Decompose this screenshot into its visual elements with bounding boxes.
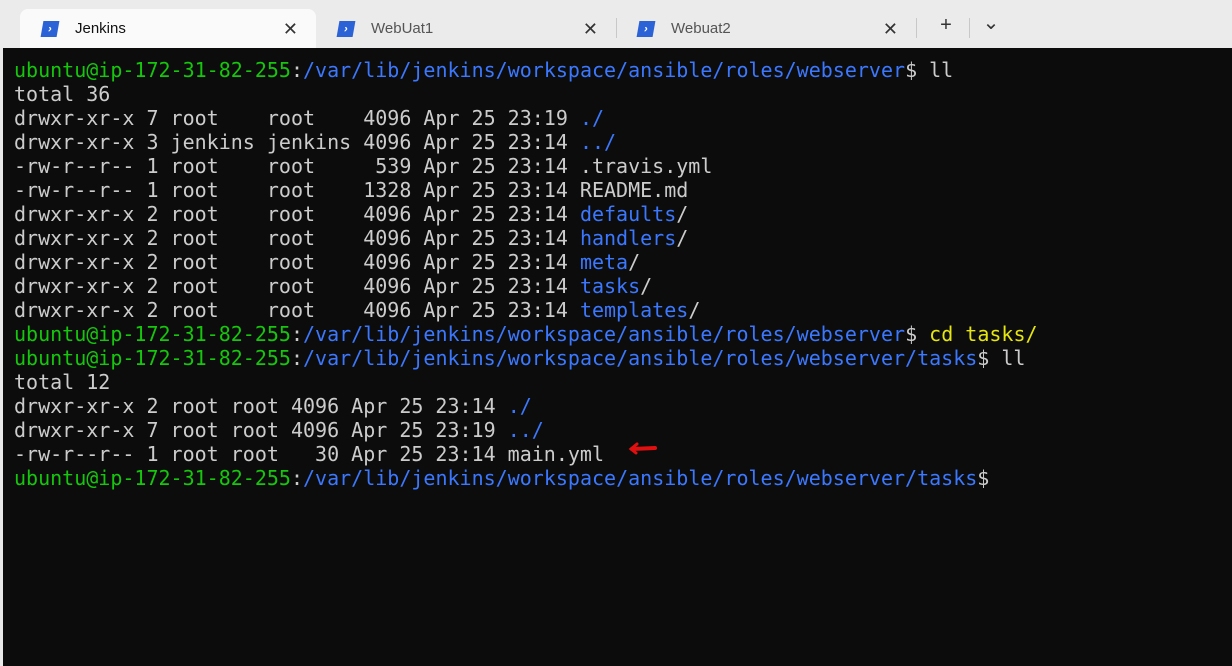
terminal-text-segment: handlers	[579, 226, 677, 250]
terminal-text-segment: total 36	[14, 82, 111, 106]
terminal-line: drwxr-xr-x 2 root root 4096 Apr 25 23:14…	[14, 226, 1232, 250]
terminal-text-segment: defaults	[579, 202, 677, 226]
terminal-line: drwxr-xr-x 2 root root 4096 Apr 25 23:14…	[14, 394, 1232, 418]
terminal-line: -rw-r--r-- 1 root root 539 Apr 25 23:14 …	[14, 154, 1232, 178]
tab-title: WebUat1	[371, 20, 434, 37]
close-tab-icon[interactable]: ✕	[283, 19, 298, 40]
terminal-text-segment: ubuntu@ip-172-31-82-255	[14, 322, 291, 346]
terminal-text-segment: drwxr-xr-x 2 root root 4096 Apr 25 23:14	[14, 298, 580, 322]
terminal-text-segment: /	[628, 250, 641, 274]
terminal-line: drwxr-xr-x 3 jenkins jenkins 4096 Apr 25…	[14, 130, 1232, 154]
terminal-line: ubuntu@ip-172-31-82-255:/var/lib/jenkins…	[14, 58, 1232, 82]
terminal-line: drwxr-xr-x 2 root root 4096 Apr 25 23:14…	[14, 298, 1232, 322]
tab-divider	[969, 18, 970, 38]
terminal-text-segment: :	[290, 322, 303, 346]
terminal-text-segment: /var/lib/jenkins/workspace/ansible/roles…	[303, 58, 906, 82]
tab-title: Jenkins	[75, 20, 126, 37]
terminal-text-segment: /var/lib/jenkins/workspace/ansible/roles…	[303, 466, 978, 490]
terminal-line: drwxr-xr-x 2 root root 4096 Apr 25 23:14…	[14, 202, 1232, 226]
terminal-text-segment: drwxr-xr-x 2 root root 4096 Apr 25 23:14	[14, 202, 580, 226]
terminal-text-segment: /	[640, 274, 653, 298]
terminal-text-segment: ubuntu@ip-172-31-82-255	[14, 346, 291, 370]
terminal-line: drwxr-xr-x 2 root root 4096 Apr 25 23:14…	[14, 274, 1232, 298]
terminal-text-segment: $	[905, 322, 930, 346]
terminal-line: total 36	[14, 82, 1232, 106]
powershell-icon: ›	[40, 20, 60, 37]
terminal-text-segment: :	[290, 58, 303, 82]
terminal-line: -rw-r--r-- 1 root root 30 Apr 25 23:14 m…	[14, 442, 1232, 466]
terminal-line: drwxr-xr-x 7 root root 4096 Apr 25 23:19…	[14, 418, 1232, 442]
terminal-text-segment: /var/lib/jenkins/workspace/ansible/roles…	[303, 346, 978, 370]
terminal-text-segment: drwxr-xr-x 2 root root 4096 Apr 25 23:14	[14, 274, 580, 298]
terminal-text-segment: /var/lib/jenkins/workspace/ansible/roles…	[303, 322, 906, 346]
terminal-text-segment: tasks	[579, 274, 641, 298]
terminal-text-segment: ../	[579, 130, 617, 154]
terminal-text-segment: $	[977, 466, 990, 490]
terminal-line: drwxr-xr-x 7 root root 4096 Apr 25 23:19…	[14, 106, 1232, 130]
terminal-text-segment: -rw-r--r-- 1 root root 539 Apr 25 23:14 …	[14, 154, 713, 178]
terminal-line: ubuntu@ip-172-31-82-255:/var/lib/jenkins…	[14, 466, 1232, 490]
terminal-text-segment: meta	[579, 250, 629, 274]
terminal-text-segment: ubuntu@ip-172-31-82-255	[14, 58, 291, 82]
terminal-text-segment: cd tasks/	[929, 322, 1038, 346]
tab-bar: › Jenkins ✕ › WebUat1 ✕ › Webuat2 ✕ + ⌄	[0, 0, 1232, 48]
terminal-text-segment: ./	[507, 394, 532, 418]
powershell-icon: ›	[636, 20, 656, 37]
terminal-text-segment: :	[290, 466, 303, 490]
close-tab-icon[interactable]: ✕	[583, 19, 598, 40]
tab-divider	[916, 18, 917, 38]
powershell-icon: ›	[336, 20, 356, 37]
terminal-output[interactable]: ubuntu@ip-172-31-82-255:/var/lib/jenkins…	[3, 48, 1232, 666]
terminal-text-segment: -rw-r--r-- 1 root root 30 Apr 25 23:14 m…	[14, 442, 605, 466]
terminal-line: -rw-r--r-- 1 root root 1328 Apr 25 23:14…	[14, 178, 1232, 202]
terminal-text-segment: drwxr-xr-x 7 root root 4096 Apr 25 23:19	[14, 106, 580, 130]
terminal-text-segment: :	[290, 346, 303, 370]
tab-webuat2[interactable]: › Webuat2 ✕	[616, 9, 916, 48]
terminal-text-segment: drwxr-xr-x 2 root root 4096 Apr 25 23:14	[14, 250, 580, 274]
dropdown-chevron-button[interactable]: ⌄	[976, 10, 1006, 35]
terminal-text-segment: /	[676, 202, 689, 226]
terminal-text-segment: ubuntu@ip-172-31-82-255	[14, 466, 291, 490]
terminal-line: drwxr-xr-x 2 root root 4096 Apr 25 23:14…	[14, 250, 1232, 274]
new-tab-button[interactable]: +	[931, 14, 961, 37]
terminal-text-segment: $ ll	[905, 58, 954, 82]
annotation-arrow-icon	[628, 442, 657, 455]
terminal-text-segment: -rw-r--r-- 1 root root 1328 Apr 25 23:14…	[14, 178, 689, 202]
terminal-text-segment: $ ll	[977, 346, 1026, 370]
terminal-text-segment: /	[676, 226, 689, 250]
terminal-text-segment: ./	[579, 106, 605, 130]
terminal-text-segment: drwxr-xr-x 2 root root 4096 Apr 25 23:14	[14, 394, 508, 418]
terminal-text-segment: drwxr-xr-x 2 root root 4096 Apr 25 23:14	[14, 226, 580, 250]
terminal-text-segment: templates	[579, 298, 689, 322]
terminal-line: total 12	[14, 370, 1232, 394]
terminal-text-segment: total 12	[14, 370, 111, 394]
tab-webuat1[interactable]: › WebUat1 ✕	[316, 9, 616, 48]
terminal-text-segment: /	[688, 298, 701, 322]
terminal-text-segment: drwxr-xr-x 3 jenkins jenkins 4096 Apr 25…	[14, 130, 580, 154]
close-tab-icon[interactable]: ✕	[883, 19, 898, 40]
terminal-text-segment: drwxr-xr-x 7 root root 4096 Apr 25 23:19	[14, 418, 508, 442]
tab-title: Webuat2	[671, 20, 731, 37]
terminal-line: ubuntu@ip-172-31-82-255:/var/lib/jenkins…	[14, 322, 1232, 346]
terminal-text-segment: ../	[507, 418, 544, 442]
tab-jenkins[interactable]: › Jenkins ✕	[20, 9, 316, 48]
terminal-line: ubuntu@ip-172-31-82-255:/var/lib/jenkins…	[14, 346, 1232, 370]
